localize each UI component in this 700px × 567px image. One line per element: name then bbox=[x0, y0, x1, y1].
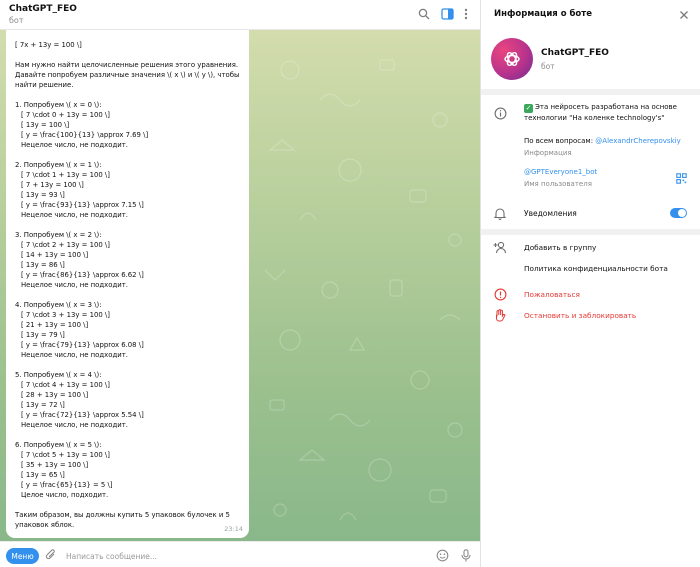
bot-username[interactable]: @GPTEveryone1_bot bbox=[524, 168, 597, 176]
close-icon[interactable] bbox=[677, 8, 691, 22]
bot-description: ✓ Эта нейросеть разработана на основе тех… bbox=[524, 102, 694, 123]
panel-title: Информация о боте bbox=[494, 9, 592, 19]
bot-info-panel: Информация о боте ChatGPT_FEO бот ✓ Эта н… bbox=[481, 0, 700, 567]
report-icon bbox=[493, 287, 507, 301]
stop-hand-icon bbox=[493, 308, 507, 322]
message-line: [ 7 \cdot 0 + 13y = 100 \] bbox=[21, 111, 110, 119]
message-line: [ y = \frac{100}{13} \approx 7.69 \] bbox=[21, 131, 149, 139]
message-line: [ 7x + 13y = 100 \] bbox=[15, 41, 82, 49]
message-line bbox=[15, 500, 240, 510]
message-line: [ y = \frac{79}{13} \approx 6.08 \] bbox=[21, 341, 144, 349]
chat-header[interactable]: ChatGPT_FEO бот bbox=[0, 0, 480, 30]
chat-area[interactable]: [ 7x + 13y = 100 \] Нам нужно найти целоч… bbox=[0, 30, 480, 541]
panel-header: Информация о боте bbox=[481, 0, 700, 30]
message-line: [ 7 \cdot 2 + 13y = 100 \] bbox=[21, 241, 110, 249]
message-line: 3. Попробуем \( x = 2 \): bbox=[15, 231, 102, 239]
description-line-2: технологии "На коленке technology's" bbox=[524, 114, 665, 122]
section-separator bbox=[481, 229, 700, 235]
add-user-icon bbox=[493, 240, 507, 254]
message-line bbox=[15, 90, 240, 100]
message-line bbox=[15, 290, 240, 300]
message-line: [ 21 + 13y = 100 \] bbox=[21, 321, 89, 329]
message-input[interactable] bbox=[66, 549, 406, 563]
more-vertical-icon[interactable] bbox=[459, 7, 473, 21]
attach-icon[interactable] bbox=[44, 548, 58, 562]
message-line: [ 7 \cdot 1 + 13y = 100 \] bbox=[21, 171, 110, 179]
message-line: [ 13y = 72 \] bbox=[21, 401, 65, 409]
message-line: найти решение. bbox=[15, 81, 74, 89]
message-line: [ 13y = 65 \] bbox=[21, 471, 65, 479]
add-to-group-button[interactable]: Добавить в группу bbox=[524, 243, 596, 252]
contact-prefix: По всем вопросам: bbox=[524, 137, 596, 145]
message-line: [ 7 \cdot 4 + 13y = 100 \] bbox=[21, 381, 110, 389]
sidebar-toggle-icon[interactable] bbox=[440, 7, 454, 21]
notifications-toggle[interactable] bbox=[670, 208, 687, 218]
message-line: 2. Попробуем \( x = 1 \): bbox=[15, 161, 102, 169]
message-line: Давайте попробуем различные значения \( … bbox=[15, 71, 240, 79]
message-line bbox=[15, 220, 240, 230]
chat-title[interactable]: ChatGPT_FEO bbox=[9, 4, 77, 14]
message-line: [ 13y = 93 \] bbox=[21, 191, 65, 199]
toggle-knob bbox=[678, 209, 686, 217]
message-line bbox=[15, 430, 240, 440]
bot-name: ChatGPT_FEO bbox=[541, 48, 609, 58]
message-line: [ 7 \cdot 5 + 13y = 100 \] bbox=[21, 451, 110, 459]
description-line-1: Эта нейросеть разработана на основе bbox=[535, 103, 677, 111]
contact-link[interactable]: @AlexandrCherepovskiy bbox=[595, 137, 680, 145]
message-line bbox=[15, 50, 240, 60]
info-icon bbox=[493, 106, 507, 120]
message-time: 23:14 bbox=[224, 525, 243, 533]
openai-logo-icon bbox=[504, 52, 520, 66]
message-line: [ 7 \cdot 3 + 13y = 100 \] bbox=[21, 311, 110, 319]
stop-and-block-button[interactable]: Остановить и заблокировать bbox=[524, 311, 636, 320]
microphone-icon[interactable] bbox=[459, 548, 473, 562]
message-line: Нецелое число, не подходит. bbox=[21, 281, 128, 289]
chat-subtitle: бот bbox=[9, 16, 24, 25]
message-line: 4. Попробуем \( x = 3 \): bbox=[15, 301, 102, 309]
message-line: Нецелое число, не подходит. bbox=[21, 211, 128, 219]
message-line: Нам нужно найти целочисленные решения эт… bbox=[15, 61, 239, 69]
emoji-icon[interactable] bbox=[435, 548, 449, 562]
message-line: 1. Попробуем \( x = 0 \): bbox=[15, 101, 102, 109]
bell-icon bbox=[493, 206, 507, 220]
message-line: [ 35 + 13y = 100 \] bbox=[21, 461, 89, 469]
message-line bbox=[15, 150, 240, 160]
message-bubble[interactable]: [ 7x + 13y = 100 \] Нам нужно найти целоч… bbox=[6, 30, 249, 538]
username-caption: Имя пользователя bbox=[524, 180, 592, 188]
privacy-policy-button[interactable]: Политика конфиденциальности бота bbox=[524, 264, 668, 273]
message-line: 6. Попробуем \( x = 5 \): bbox=[15, 441, 102, 449]
report-button[interactable]: Пожаловаться bbox=[524, 290, 580, 299]
message-line: 5. Попробуем \( x = 4 \): bbox=[15, 371, 102, 379]
message-line bbox=[15, 360, 240, 370]
section-separator bbox=[481, 89, 700, 95]
message-line: упаковок яблок. bbox=[15, 521, 75, 529]
message-line: Таким образом, вы должны купить 5 упаков… bbox=[15, 511, 230, 519]
message-line: [ 13y = 79 \] bbox=[21, 331, 65, 339]
message-line: Целое число, подходит. bbox=[21, 491, 109, 499]
contact-line: По всем вопросам: @AlexandrCherepovskiy bbox=[524, 137, 681, 145]
avatar[interactable] bbox=[491, 38, 533, 80]
check-mark-icon: ✓ bbox=[524, 104, 533, 113]
message-line: [ 13y = 86 \] bbox=[21, 261, 65, 269]
composer: Меню bbox=[0, 541, 480, 567]
info-caption: Информация bbox=[524, 149, 572, 157]
message-line: [ y = \frac{93}{13} \approx 7.15 \] bbox=[21, 201, 144, 209]
qr-code-icon[interactable] bbox=[674, 171, 688, 185]
message-text: [ 7x + 13y = 100 \] Нам нужно найти целоч… bbox=[15, 40, 240, 530]
menu-button[interactable]: Меню bbox=[6, 548, 39, 564]
message-line: Нецелое число, не подходит. bbox=[21, 141, 128, 149]
message-line: Нецелое число, не подходит. bbox=[21, 421, 128, 429]
message-line: [ 13y = 100 \] bbox=[21, 121, 70, 129]
message-line: [ 14 + 13y = 100 \] bbox=[21, 251, 89, 259]
message-line: [ y = \frac{65}{13} = 5 \] bbox=[21, 481, 113, 489]
message-line: [ y = \frac{86}{13} \approx 6.62 \] bbox=[21, 271, 144, 279]
notifications-label: Уведомления bbox=[524, 209, 577, 218]
message-line: Нецелое число, не подходит. bbox=[21, 351, 128, 359]
message-line: [ 7 + 13y = 100 \] bbox=[21, 181, 84, 189]
bot-status: бот bbox=[541, 62, 555, 71]
message-line: [ 28 + 13y = 100 \] bbox=[21, 391, 89, 399]
search-icon[interactable] bbox=[417, 7, 431, 21]
message-line: [ y = \frac{72}{13} \approx 5.54 \] bbox=[21, 411, 144, 419]
